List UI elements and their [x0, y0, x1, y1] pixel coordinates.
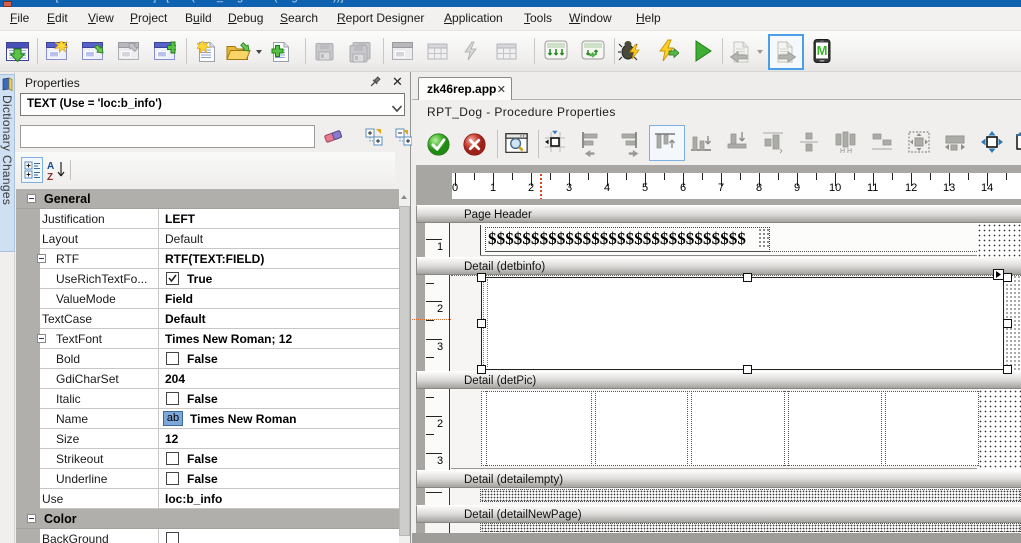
svg-text:M: M — [817, 43, 828, 58]
svg-text:A: A — [47, 161, 54, 172]
svg-text:H: H — [847, 148, 852, 154]
svg-text:H: H — [840, 148, 845, 154]
svg-text:Z: Z — [47, 172, 53, 182]
